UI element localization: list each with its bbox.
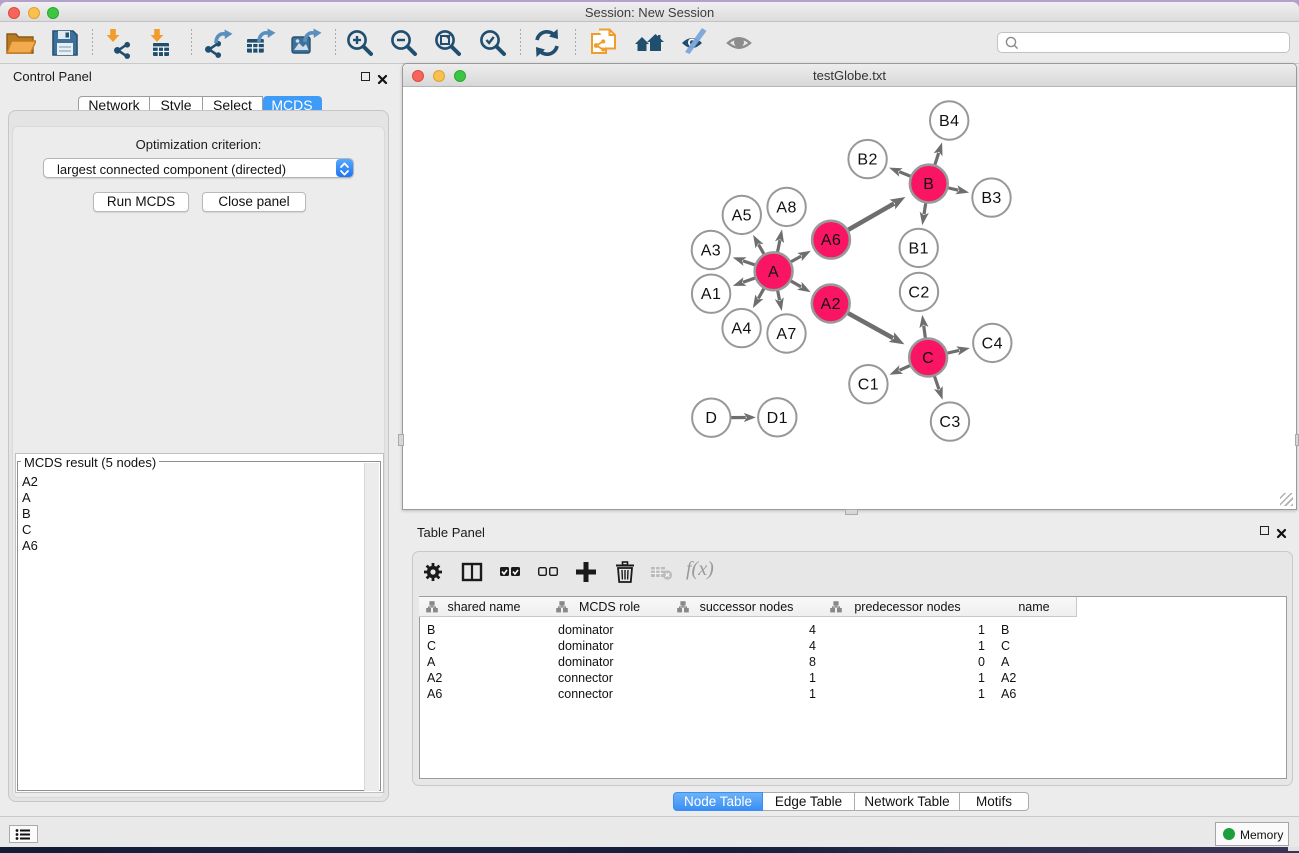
svg-text:A4: A4	[731, 321, 751, 338]
svg-text:B2: B2	[857, 152, 877, 169]
svg-text:A2: A2	[821, 296, 841, 313]
svg-text:C3: C3	[939, 414, 960, 431]
svg-text:A7: A7	[776, 326, 796, 343]
svg-text:C4: C4	[982, 335, 1003, 352]
svg-text:D1: D1	[767, 410, 788, 427]
svg-text:A8: A8	[776, 199, 796, 216]
svg-text:A6: A6	[821, 232, 841, 249]
svg-text:C2: C2	[908, 284, 929, 301]
svg-text:C: C	[922, 350, 934, 367]
svg-text:B3: B3	[981, 190, 1001, 207]
svg-text:B1: B1	[909, 240, 929, 257]
svg-text:D: D	[705, 410, 717, 427]
svg-text:A: A	[768, 264, 779, 281]
svg-text:A1: A1	[701, 286, 721, 303]
svg-text:B: B	[923, 176, 934, 193]
svg-text:A3: A3	[701, 243, 721, 260]
svg-text:A5: A5	[732, 207, 752, 224]
svg-text:B4: B4	[939, 113, 959, 130]
svg-text:C1: C1	[858, 377, 879, 394]
